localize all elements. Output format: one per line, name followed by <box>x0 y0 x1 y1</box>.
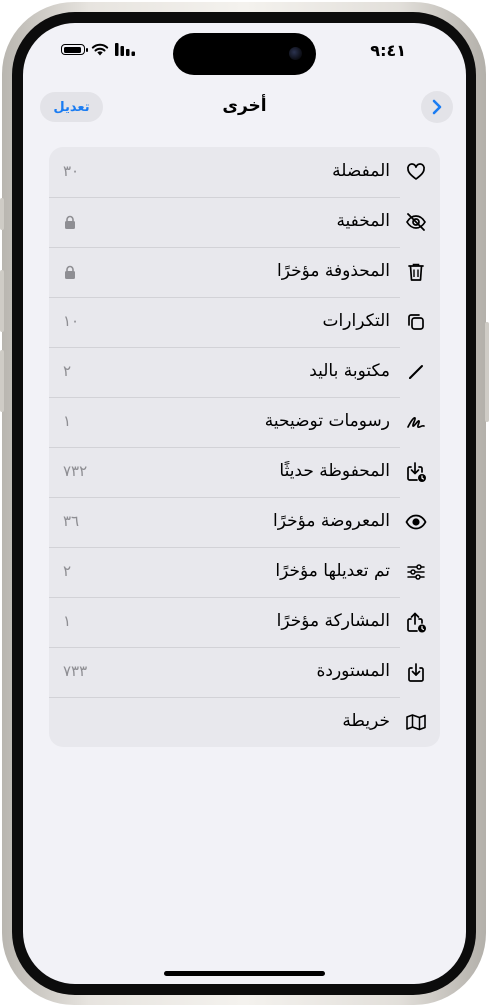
screen: ٩:٤١ تعديل أخرى المفضلة ٣٠ المخفية المحذ… <box>23 23 466 984</box>
page-title: أخرى <box>222 96 267 116</box>
list-item-count: ٧٣٢ <box>63 462 88 480</box>
list-item-duplicates[interactable]: التكرارات ١٠ <box>49 297 440 347</box>
list-item-label: خريطة <box>342 711 390 731</box>
chevron-right-icon <box>432 99 442 115</box>
list-item-recently-shared[interactable]: المشاركة مؤخرًا ١ <box>49 597 440 647</box>
list-item-count: ١٠ <box>63 312 80 330</box>
list-item-count: ٣٦ <box>63 512 80 530</box>
tray-download-icon <box>404 460 428 484</box>
camera-icon <box>289 47 302 60</box>
list-item-illustrations[interactable]: رسومات توضيحية ١ <box>49 397 440 447</box>
list-item-label: المشاركة مؤخرًا <box>276 611 390 631</box>
side-button <box>485 322 489 422</box>
list-item-label: المحفوظة حديثًا <box>279 461 390 481</box>
list-item-label: المستوردة <box>316 661 391 681</box>
lock-icon <box>65 215 75 229</box>
eye-icon <box>404 510 428 534</box>
list-item-favorites[interactable]: المفضلة ٣٠ <box>49 147 440 197</box>
dynamic-island <box>173 33 316 75</box>
list-item-count: ٣٠ <box>63 162 80 180</box>
list-item-count: ١ <box>63 612 72 630</box>
volume-up-button <box>0 270 4 332</box>
pencil-icon <box>404 360 428 384</box>
trash-icon <box>404 260 428 284</box>
import-icon <box>404 660 428 684</box>
wifi-icon <box>91 43 109 56</box>
albums-list: المفضلة ٣٠ المخفية المحذوفة مؤخرًا التكر… <box>49 147 440 747</box>
battery-icon <box>61 44 88 55</box>
list-item-label: المعروضة مؤخرًا <box>273 511 390 531</box>
list-item-label: المفضلة <box>332 161 390 181</box>
list-item-hidden[interactable]: المخفية <box>49 197 440 247</box>
list-item-recently-saved[interactable]: المحفوظة حديثًا ٧٣٢ <box>49 447 440 497</box>
list-item-count: ٢ <box>63 562 72 580</box>
map-icon <box>404 710 428 734</box>
cellular-signal-icon <box>115 43 135 56</box>
list-item-label: تم تعديلها مؤخرًا <box>275 561 390 581</box>
list-item-handwriting[interactable]: مكتوبة باليد ٢ <box>49 347 440 397</box>
volume-down-button <box>0 350 4 412</box>
list-item-count: ٢ <box>63 362 72 380</box>
status-time: ٩:٤١ <box>370 41 406 60</box>
list-item-recently-viewed[interactable]: المعروضة مؤخرًا ٣٦ <box>49 497 440 547</box>
status-icons <box>61 43 137 56</box>
list-item-label: رسومات توضيحية <box>264 411 390 431</box>
list-item-recently-edited[interactable]: تم تعديلها مؤخرًا ٢ <box>49 547 440 597</box>
action-button <box>0 198 4 230</box>
list-item-count: ٧٣٣ <box>63 662 88 680</box>
scribble-icon <box>404 410 428 434</box>
sliders-icon <box>404 560 428 584</box>
navigation-bar: تعديل أخرى <box>23 85 466 129</box>
lock-icon <box>65 265 75 279</box>
list-item-map[interactable]: خريطة <box>49 697 440 747</box>
list-item-count: ١ <box>63 412 72 430</box>
share-icon <box>404 610 428 634</box>
back-button[interactable] <box>421 91 453 123</box>
duplicate-icon <box>404 310 428 334</box>
list-item-recently-deleted[interactable]: المحذوفة مؤخرًا <box>49 247 440 297</box>
list-item-label: التكرارات <box>322 311 390 331</box>
home-indicator[interactable] <box>164 971 325 976</box>
list-item-label: المخفية <box>336 211 390 231</box>
heart-icon <box>404 160 428 184</box>
list-item-imports[interactable]: المستوردة ٧٣٣ <box>49 647 440 697</box>
list-item-label: المحذوفة مؤخرًا <box>277 261 390 281</box>
eye-slash-icon <box>404 210 428 234</box>
list-item-label: مكتوبة باليد <box>309 361 390 381</box>
